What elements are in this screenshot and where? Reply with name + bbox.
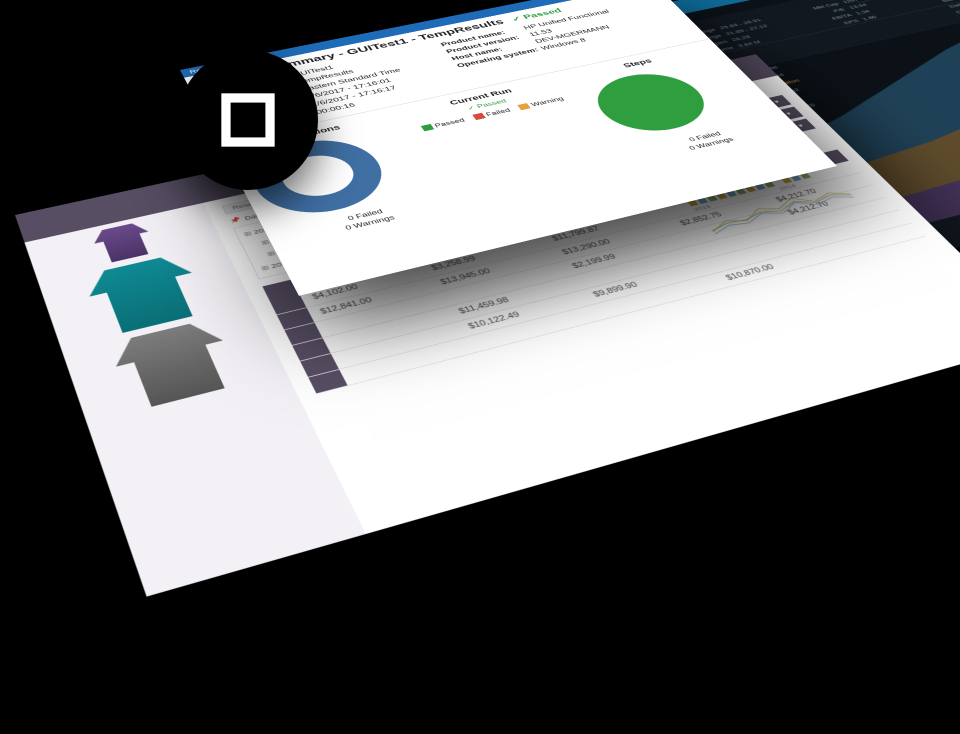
product-thumb-purple[interactable]: [87, 220, 160, 265]
pin-icon: 📌: [228, 216, 242, 224]
product-thumb-teal[interactable]: [76, 251, 216, 338]
square-logo-icon: [219, 91, 277, 149]
logo-badge: [178, 50, 318, 190]
